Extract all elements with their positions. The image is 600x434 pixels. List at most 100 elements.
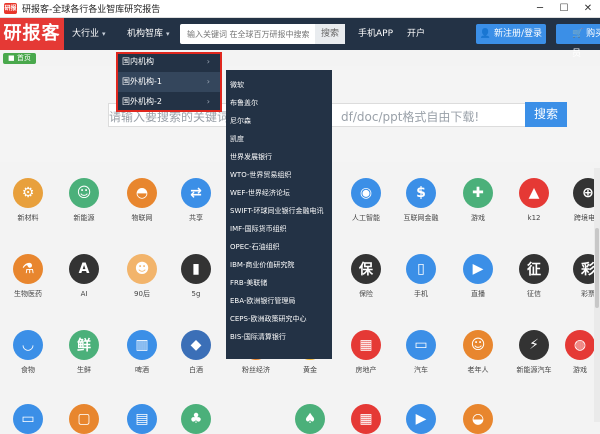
- fresh-icon: 鲜: [69, 330, 99, 360]
- submenu-item[interactable]: WTO-世界贸易组织: [226, 166, 332, 184]
- buy-vip-button[interactable]: 🛒 购买会员: [556, 24, 600, 59]
- category-item[interactable]: ▶ 直播: [450, 254, 506, 299]
- submenu-item[interactable]: 尼尔森: [226, 112, 332, 130]
- category-item[interactable]: ▲ k12: [506, 178, 562, 223]
- submenu-item[interactable]: 布鲁盖尔: [226, 94, 332, 112]
- category-label: 生物医药: [14, 290, 42, 298]
- category-label: 房地产: [355, 366, 377, 374]
- nav-industry-label: 大行业: [72, 29, 100, 39]
- worker-icon: ☺: [69, 178, 99, 208]
- hero-search-button[interactable]: 搜索: [525, 102, 567, 127]
- window-titlebar: 研报 研报客-全球各行各业智库研究报告 ─ ☐ ✕: [0, 0, 600, 18]
- breadcrumb[interactable]: ■ 首页: [3, 53, 36, 64]
- category-item[interactable]: ♣: [168, 404, 224, 434]
- category-item[interactable]: ▭ 汽车: [393, 330, 449, 375]
- category-label: 人工智能: [352, 214, 380, 222]
- category-item[interactable]: $ 互联网金融: [393, 178, 449, 223]
- category-item[interactable]: ◒: [450, 404, 506, 434]
- menu-item-foreign-2[interactable]: 国外机构-2 ›: [116, 92, 222, 112]
- submenu-item[interactable]: IBM-商业价值研究院: [226, 256, 332, 274]
- chevron-right-icon: ›: [206, 77, 210, 86]
- chevron-right-icon: ›: [206, 57, 210, 66]
- top-navbar: 研报客 大行业▾ 机构智库▾ 搜索 手机APP 开户 👤 新注册/登录 🛒 购买…: [0, 18, 600, 59]
- nav-search-input[interactable]: [185, 24, 319, 44]
- category-label: k12: [527, 214, 541, 222]
- category-item[interactable]: 保 保险: [338, 254, 394, 299]
- category-item[interactable]: ▭: [0, 404, 56, 434]
- page-scrollbar[interactable]: [594, 168, 600, 422]
- submenu-item[interactable]: WEF-世界经济论坛: [226, 184, 332, 202]
- category-item[interactable]: 鲜 生鲜: [56, 330, 112, 375]
- category-item[interactable]: ☺ 老年人: [450, 330, 506, 375]
- nav-search-button[interactable]: 搜索: [315, 24, 345, 44]
- category-item[interactable]: ♠: [282, 404, 338, 434]
- category-item[interactable]: ⚗ 生物医药: [0, 254, 56, 299]
- nav-institutions[interactable]: 机构智库 ▾: [127, 18, 170, 50]
- live-icon: ▶: [463, 254, 493, 284]
- submenu-item[interactable]: 世界发展银行: [226, 148, 332, 166]
- submenu-item[interactable]: OPEC-石油组织: [226, 238, 332, 256]
- submenu-item[interactable]: 凯度: [226, 130, 332, 148]
- category-item[interactable]: ◍ 游戏: [552, 330, 600, 375]
- minimize-icon[interactable]: ─: [528, 0, 552, 17]
- category-item[interactable]: ▦: [338, 404, 394, 434]
- category-item[interactable]: ▢: [56, 404, 112, 434]
- site-logo[interactable]: 研报客: [0, 18, 64, 50]
- submenu-item[interactable]: CEPS-欧洲政策研究中心: [226, 310, 332, 328]
- category-item[interactable]: ◡ 食物: [0, 330, 56, 375]
- chart-icon: ▤: [127, 404, 157, 434]
- chevron-down-icon: ▾: [166, 30, 170, 38]
- category-item[interactable]: ▮ 5g: [168, 254, 224, 299]
- leaf-icon: ♣: [181, 404, 211, 434]
- ev-icon: ⚡: [519, 330, 549, 360]
- building-icon: ▦: [351, 330, 381, 360]
- chain-icon: ⚙: [13, 178, 43, 208]
- category-item[interactable]: ▶: [393, 404, 449, 434]
- submenu-item[interactable]: FRB-美联储: [226, 274, 332, 292]
- category-label: 5g: [191, 290, 201, 298]
- category-item[interactable]: 征 征信: [506, 254, 562, 299]
- submenu-item[interactable]: EBA-欧洲银行管理局: [226, 292, 332, 310]
- category-item[interactable]: ☻ 90后: [114, 254, 170, 299]
- category-item[interactable]: ▯ 手机: [393, 254, 449, 299]
- category-item[interactable]: ▥ 啤酒: [114, 330, 170, 375]
- category-label: 汽车: [414, 366, 428, 374]
- category-label: 黄金: [303, 366, 317, 374]
- category-item[interactable]: ▤: [114, 404, 170, 434]
- nav-industry[interactable]: 大行业 ▾: [72, 18, 106, 50]
- menu-item-label: 国外机构-2: [122, 97, 162, 106]
- scrollbar-thumb[interactable]: [595, 228, 599, 308]
- ai-icon: A: [69, 254, 99, 284]
- phone-icon: ▯: [406, 254, 436, 284]
- submenu-item[interactable]: SWIFT-环球同业银行金融电讯: [226, 202, 332, 220]
- submenu-item[interactable]: IMF-国际货币组织: [226, 220, 332, 238]
- category-label: 共享: [189, 214, 203, 222]
- category-item[interactable]: ◓ 物联网: [114, 178, 170, 223]
- submenu-item[interactable]: 微软: [226, 76, 332, 94]
- category-item[interactable]: ✚ 游戏: [450, 178, 506, 223]
- category-item[interactable]: ☺ 新能源: [56, 178, 112, 223]
- liquor-icon: ◆: [181, 330, 211, 360]
- menu-item-domestic[interactable]: 国内机构 ›: [116, 52, 222, 72]
- user-icon: 👤: [479, 29, 492, 39]
- category-item[interactable]: ◆ 白酒: [168, 330, 224, 375]
- menu-item-label: 国外机构-1: [122, 77, 162, 86]
- register-login-button[interactable]: 👤 新注册/登录: [476, 24, 546, 44]
- category-item[interactable]: ◉ 人工智能: [338, 178, 394, 223]
- category-label: 保险: [359, 290, 373, 298]
- category-item[interactable]: ⚙ 新材料: [0, 178, 56, 223]
- category-label: 啤酒: [135, 366, 149, 374]
- category-label: AI: [80, 290, 88, 298]
- person-icon: ☻: [127, 254, 157, 284]
- maximize-icon[interactable]: ☐: [552, 0, 576, 17]
- nav-open-account[interactable]: 开户: [407, 18, 425, 50]
- menu-item-foreign-1[interactable]: 国外机构-1 ›: [116, 72, 222, 92]
- nav-mobile-app[interactable]: 手机APP: [358, 18, 393, 50]
- category-item[interactable]: ▦ 房地产: [338, 330, 394, 375]
- chevron-down-icon: ▾: [102, 30, 106, 38]
- category-item[interactable]: A AI: [56, 254, 112, 299]
- category-item[interactable]: ⇄ 共享: [168, 178, 224, 223]
- breadcrumb-home: 首页: [16, 54, 31, 62]
- submenu-item[interactable]: BIS-国际清算银行: [226, 328, 332, 346]
- close-icon[interactable]: ✕: [576, 0, 600, 17]
